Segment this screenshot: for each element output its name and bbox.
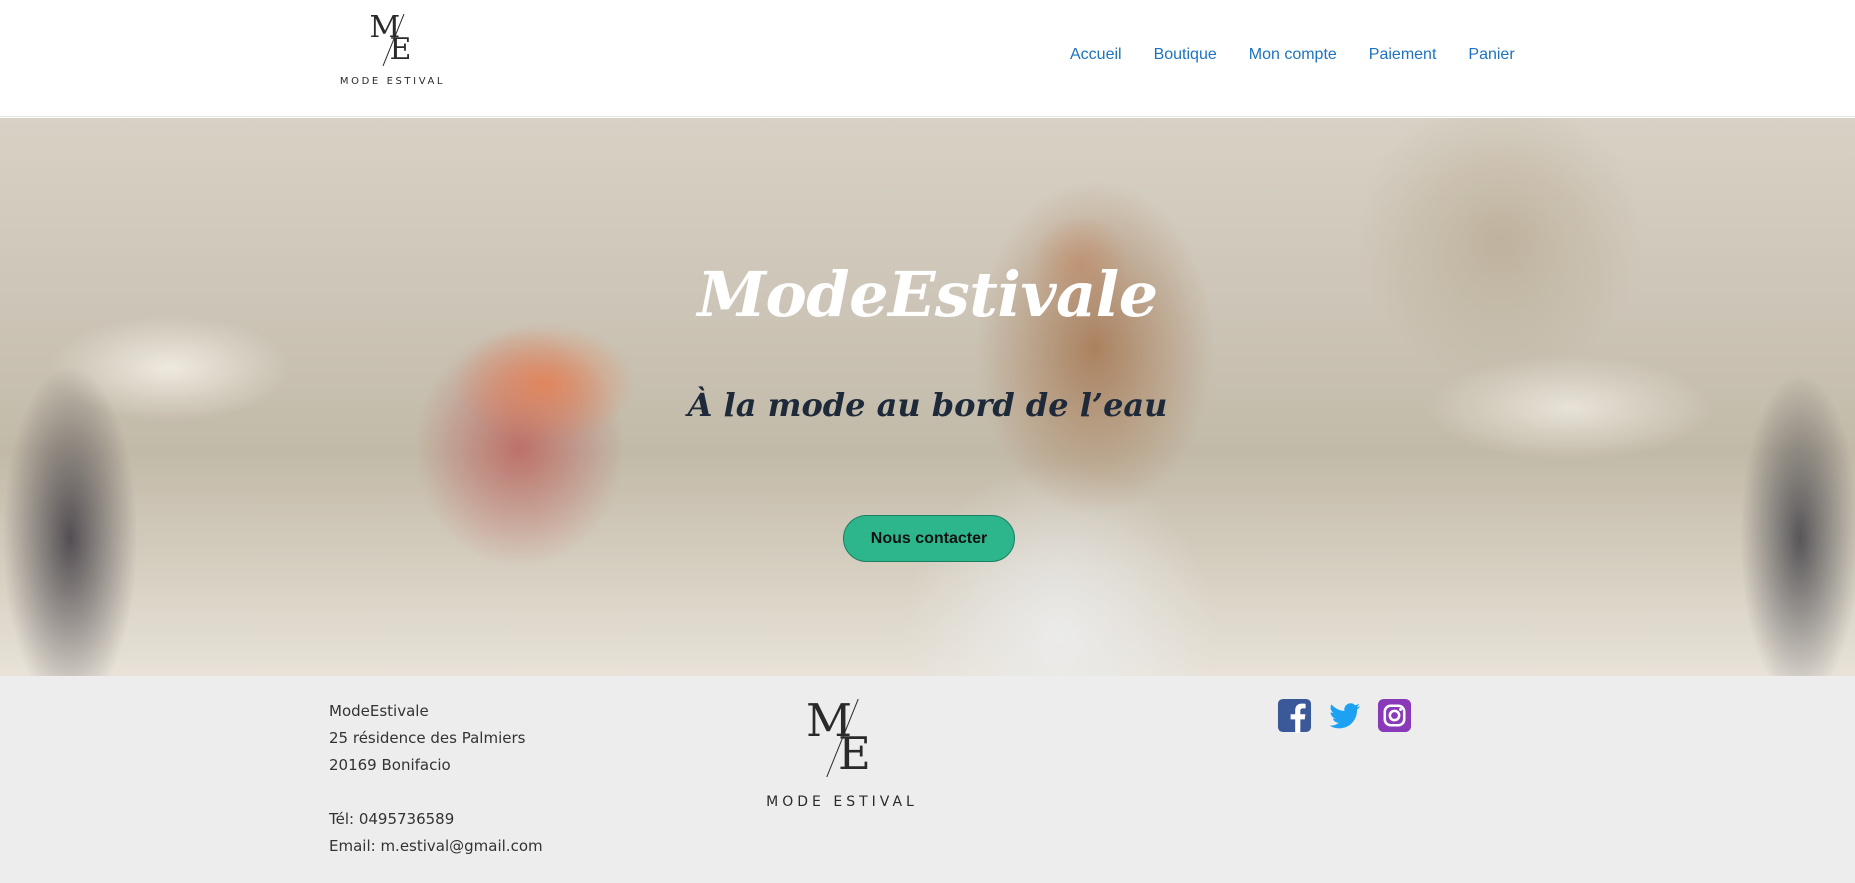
- main-nav: Accueil Boutique Mon compte Paiement Pan…: [1070, 46, 1515, 64]
- logo-wordmark: MODE ESTIVAL: [339, 76, 446, 87]
- nav-link-panier[interactable]: Panier: [1468, 46, 1514, 64]
- footer-logo-monogram: ME: [806, 694, 871, 780]
- hero-title: ModeEstivale: [697, 258, 1158, 331]
- social-links: [1277, 698, 1412, 733]
- nav-link-accueil[interactable]: Accueil: [1070, 46, 1122, 64]
- footer-email: Email: m.estival@gmail.com: [329, 837, 543, 855]
- footer-address-line1: 25 résidence des Palmiers: [329, 729, 526, 747]
- footer-phone: Tél: 0495736589: [329, 810, 455, 828]
- site-logo[interactable]: ME MODE ESTIVAL: [330, 10, 455, 98]
- hero-banner: ModeEstivale À la mode au bord de l’eau …: [0, 118, 1855, 676]
- contact-button[interactable]: Nous contacter: [843, 515, 1015, 562]
- nav-link-mon-compte[interactable]: Mon compte: [1249, 46, 1337, 64]
- site-footer: ModeEstivale 25 résidence des Palmiers 2…: [0, 676, 1855, 883]
- instagram-icon[interactable]: [1377, 698, 1412, 733]
- footer-address-line2: 20169 Bonifacio: [329, 756, 451, 774]
- site-header: ME MODE ESTIVAL Accueil Boutique Mon com…: [0, 0, 1855, 117]
- footer-logo: ME MODE ESTIVAL: [747, 694, 937, 810]
- facebook-icon[interactable]: [1277, 698, 1312, 733]
- nav-link-boutique[interactable]: Boutique: [1154, 46, 1217, 64]
- logo-monogram: ME: [369, 10, 412, 67]
- nav-link-paiement[interactable]: Paiement: [1369, 46, 1437, 64]
- footer-company-name: ModeEstivale: [329, 702, 429, 720]
- twitter-icon[interactable]: [1327, 698, 1362, 733]
- footer-address: ModeEstivale 25 résidence des Palmiers 2…: [329, 698, 543, 860]
- hero-subtitle: À la mode au bord de l’eau: [687, 386, 1168, 424]
- footer-logo-wordmark: MODE ESTIVAL: [766, 794, 918, 810]
